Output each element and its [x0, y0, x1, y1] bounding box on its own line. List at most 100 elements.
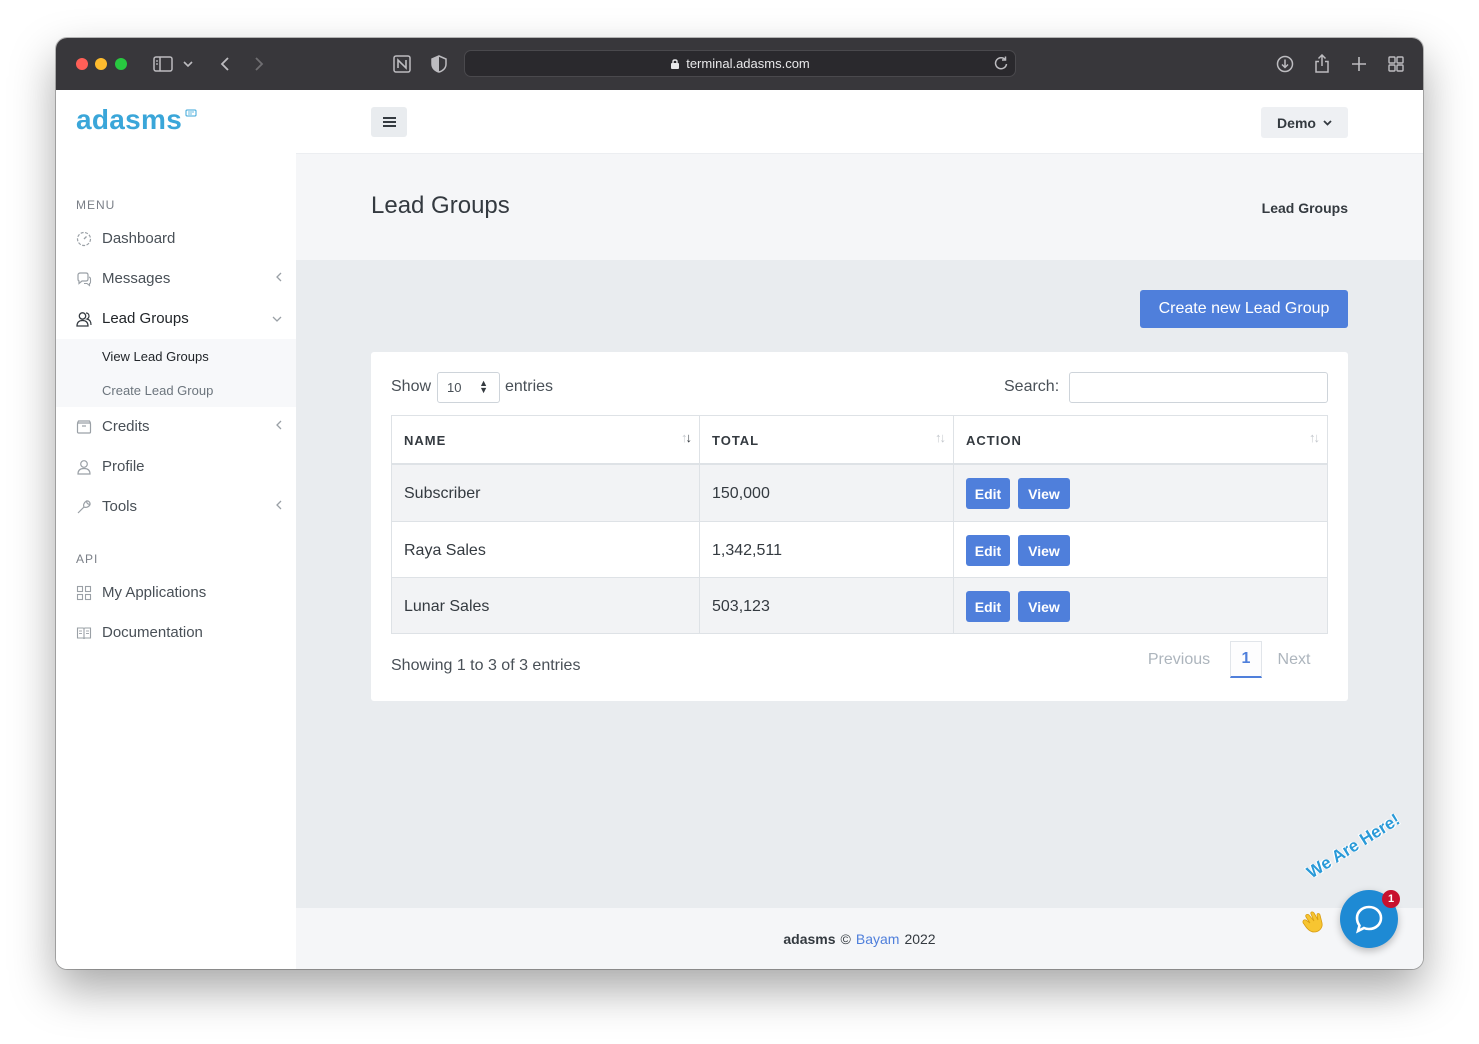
- footer-copyright: ©: [840, 930, 851, 947]
- submenu-create-lead-group[interactable]: Create Lead Group: [102, 383, 213, 398]
- sidebar-item-profile[interactable]: Profile: [56, 447, 296, 487]
- search-input[interactable]: [1069, 372, 1328, 403]
- hamburger-icon: [382, 117, 396, 127]
- chevron-down-icon: [272, 311, 282, 325]
- sidebar-item-dashboard[interactable]: Dashboard: [56, 219, 296, 259]
- waving-hand-icon: [1300, 910, 1328, 941]
- chevron-left-icon: [276, 419, 282, 433]
- column-header-action[interactable]: ACTION ↑↓: [954, 416, 1327, 463]
- view-button[interactable]: View: [1018, 535, 1070, 566]
- user-icon: [76, 459, 92, 475]
- sidebar-item-label: Messages: [102, 270, 171, 287]
- chevron-down-icon[interactable]: [181, 53, 195, 75]
- sidebar-item-credits[interactable]: Credits: [56, 407, 296, 447]
- sidebar: adasms MENU Dashboard Messages Lead Grou…: [56, 90, 296, 969]
- sidebar-item-documentation[interactable]: Documentation: [56, 613, 296, 653]
- cell-total: 1,342,511: [712, 542, 782, 559]
- cell-total: 150,000: [712, 485, 770, 502]
- pagination-next[interactable]: Next: [1269, 641, 1319, 678]
- forward-icon[interactable]: [248, 53, 270, 75]
- sidebar-item-messages[interactable]: Messages: [56, 259, 296, 299]
- hamburger-menu-button[interactable]: [371, 107, 407, 137]
- maximize-window-button[interactable]: [115, 58, 127, 70]
- menu-section-title: MENU: [76, 198, 116, 212]
- table-row: Lunar Sales 503,123 Edit View: [392, 577, 1327, 633]
- column-header-label: TOTAL: [712, 433, 760, 448]
- notion-extension-icon[interactable]: [391, 53, 413, 75]
- create-lead-group-button[interactable]: Create new Lead Group: [1140, 290, 1348, 328]
- new-tab-icon[interactable]: [1348, 53, 1370, 75]
- cell-name: Lunar Sales: [404, 598, 490, 615]
- chevron-left-icon: [276, 271, 282, 285]
- chevron-down-icon: [1323, 119, 1332, 126]
- table-header: NAME ↑↓ TOTAL ↑↓ ACTION ↑↓: [392, 416, 1327, 465]
- breadcrumb: Lead Groups: [1261, 200, 1348, 216]
- sidebar-item-my-applications[interactable]: My Applications: [56, 573, 296, 613]
- cell-name: Raya Sales: [404, 542, 486, 559]
- wallet-icon: [76, 419, 92, 435]
- edit-button[interactable]: Edit: [966, 535, 1010, 566]
- footer-year: 2022: [904, 930, 936, 947]
- logo[interactable]: adasms: [76, 104, 182, 136]
- grid-icon: [76, 585, 92, 601]
- download-icon[interactable]: [1274, 53, 1296, 75]
- column-header-label: NAME: [404, 433, 447, 448]
- table-info: Showing 1 to 3 of 3 entries: [391, 657, 581, 674]
- table-row: Subscriber 150,000 Edit View: [392, 465, 1327, 521]
- minimize-window-button[interactable]: [95, 58, 107, 70]
- reload-icon[interactable]: [993, 55, 1009, 76]
- url-text: terminal.adasms.com: [686, 56, 810, 71]
- sidebar-item-label: Credits: [102, 418, 150, 435]
- browser-toolbar: terminal.adasms.com: [56, 38, 1423, 90]
- entries-label: entries: [505, 378, 554, 395]
- messages-icon: [76, 271, 92, 287]
- users-icon: [76, 311, 92, 327]
- column-divider: [953, 522, 954, 577]
- page-header: Lead Groups Lead Groups: [296, 154, 1423, 260]
- api-section-title: API: [76, 552, 99, 566]
- logo-chat-icon: [185, 109, 197, 122]
- edit-button[interactable]: Edit: [966, 478, 1010, 509]
- chat-widget[interactable]: We Are Here! 1: [1296, 810, 1423, 968]
- sidebar-item-label: Dashboard: [102, 230, 176, 247]
- page-title: Lead Groups: [371, 192, 510, 219]
- lead-groups-table: NAME ↑↓ TOTAL ↑↓ ACTION ↑↓ Subscriber 15…: [391, 415, 1328, 634]
- share-icon[interactable]: [1311, 53, 1333, 75]
- submenu-view-lead-groups[interactable]: View Lead Groups: [102, 349, 209, 364]
- sort-icon: ↑↓: [935, 430, 946, 445]
- page-length-value: 10: [447, 380, 462, 395]
- sidebar-item-label: Tools: [102, 498, 138, 515]
- page-length-select[interactable]: 10 ▲ ▼: [437, 372, 500, 403]
- footer-link[interactable]: Bayam: [856, 931, 900, 947]
- footer-brand: adasms: [783, 930, 836, 947]
- sidebar-item-label: Profile: [102, 458, 145, 475]
- view-button[interactable]: View: [1018, 591, 1070, 622]
- select-arrows-icon: ▲ ▼: [479, 378, 488, 395]
- column-header-label: ACTION: [966, 433, 1022, 448]
- column-header-total[interactable]: TOTAL ↑↓: [700, 416, 953, 463]
- footer: adasms © Bayam 2022: [296, 908, 1423, 969]
- close-window-button[interactable]: [76, 58, 88, 70]
- user-dropdown-button[interactable]: Demo: [1261, 107, 1348, 138]
- edit-button[interactable]: Edit: [966, 591, 1010, 622]
- page-content: adasms MENU Dashboard Messages Lead Grou…: [56, 90, 1423, 969]
- column-header-name[interactable]: NAME ↑↓: [392, 416, 699, 463]
- show-label: Show: [391, 378, 432, 395]
- address-bar[interactable]: terminal.adasms.com: [464, 50, 1016, 77]
- back-icon[interactable]: [214, 53, 236, 75]
- view-button[interactable]: View: [1018, 478, 1070, 509]
- sidebar-item-lead-groups[interactable]: Lead Groups: [56, 299, 296, 339]
- pagination-previous[interactable]: Previous: [1139, 641, 1219, 678]
- shield-icon[interactable]: [428, 53, 450, 75]
- column-divider: [953, 465, 954, 521]
- pagination-page-1[interactable]: 1: [1230, 641, 1262, 678]
- wrench-icon: [76, 499, 92, 515]
- chat-tagline: We Are Here!: [1303, 809, 1404, 883]
- tab-overview-icon[interactable]: [1385, 53, 1407, 75]
- user-name: Demo: [1277, 114, 1316, 131]
- sidebar-item-tools[interactable]: Tools: [56, 487, 296, 527]
- lead-groups-submenu: View Lead Groups Create Lead Group: [56, 339, 296, 407]
- chat-icon: [1355, 905, 1383, 934]
- cell-total: 503,123: [712, 598, 770, 615]
- sidebar-toggle-icon[interactable]: [152, 53, 174, 75]
